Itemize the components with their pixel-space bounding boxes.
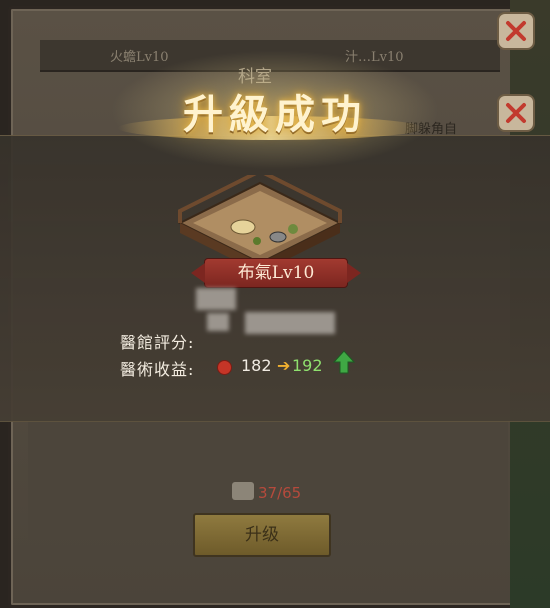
blurred-area <box>207 313 229 331</box>
close-icon[interactable] <box>497 12 535 50</box>
close-icon[interactable] <box>497 94 535 132</box>
blurred-area <box>245 312 335 334</box>
material-icon <box>232 482 254 500</box>
income-new-value: 192 <box>292 356 323 375</box>
income-coin-icon <box>217 360 232 375</box>
rating-label: 醫館評分: <box>120 333 195 352</box>
blurred-area <box>196 288 236 310</box>
income-old-value: 182 <box>241 356 272 375</box>
upgrade-button[interactable]: 升级 <box>193 513 331 557</box>
income-label: 醫術收益: <box>120 360 195 379</box>
arrow-up-icon <box>333 350 355 374</box>
success-title: 升級成功 <box>183 91 367 138</box>
arrow-right-icon: ➔ <box>277 356 291 375</box>
room-level-ribbon: 布氣Lv10 <box>191 258 361 288</box>
upgrade-progress: 37/65 <box>258 484 302 502</box>
